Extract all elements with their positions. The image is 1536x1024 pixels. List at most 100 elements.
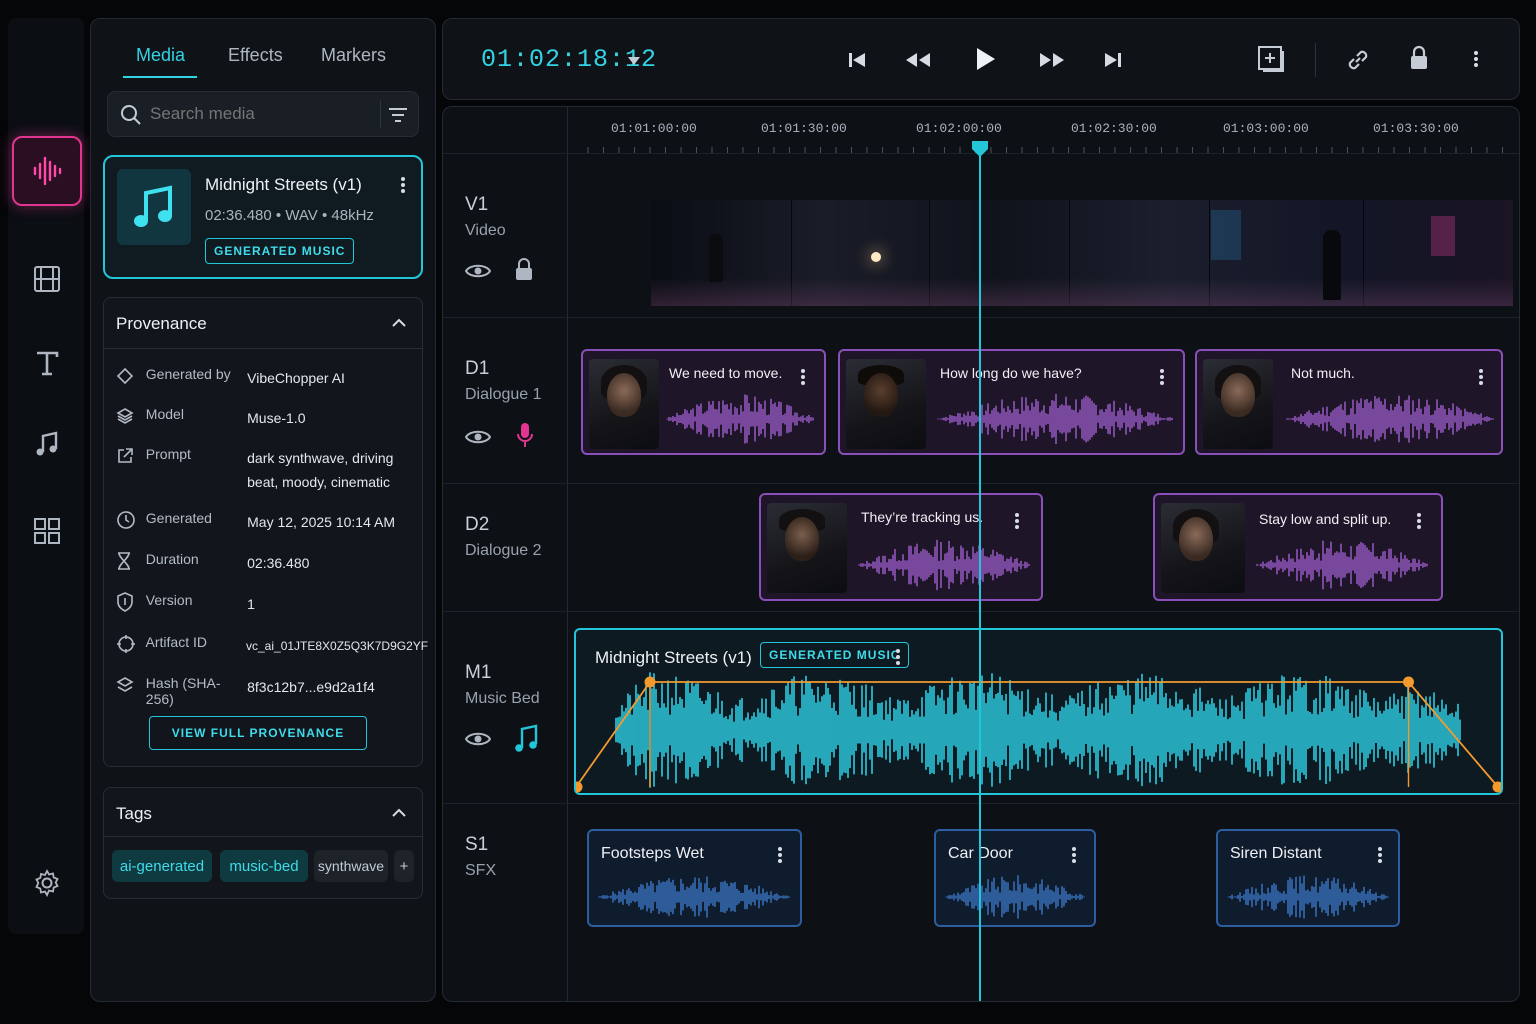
filter-icon[interactable]	[388, 106, 408, 124]
clip-waveform	[1286, 395, 1494, 443]
provenance-row: Artifact ID vc_ai_01JTE8X0Z5Q3K7D9G2YF	[116, 634, 429, 658]
gear-icon	[35, 869, 59, 897]
play-icon[interactable]	[975, 46, 997, 72]
row-key: Duration	[145, 551, 199, 567]
row-key: Hash (SHA-256)	[145, 675, 221, 707]
eye-icon[interactable]	[465, 428, 491, 446]
chevron-down-icon[interactable]	[628, 57, 640, 65]
clip-label: They’re tracking us.	[861, 509, 984, 525]
clip-thumbnail	[846, 359, 926, 449]
eye-icon[interactable]	[465, 262, 491, 280]
dialogue-clip[interactable]: Not much.	[1195, 349, 1503, 455]
sfx-clip[interactable]: Car Door	[934, 829, 1096, 927]
playhead[interactable]	[979, 147, 981, 1001]
video-tool-button[interactable]	[12, 244, 82, 314]
chevron-up-icon[interactable]	[392, 808, 406, 818]
audio-tool-button[interactable]	[12, 136, 82, 206]
track-name: Video	[465, 222, 506, 239]
more-options-icon[interactable]	[1417, 513, 1421, 529]
divider	[1315, 43, 1316, 77]
music-tool-button[interactable]	[12, 410, 82, 480]
clip-thumbnail	[589, 359, 659, 449]
tab-effects[interactable]: Effects	[228, 45, 283, 66]
clip-waveform	[937, 393, 1173, 445]
clip-label: Stay low and split up.	[1259, 511, 1392, 527]
add-marker-icon[interactable]	[1257, 45, 1285, 73]
search-icon	[121, 105, 141, 125]
dialogue-clip[interactable]: They’re tracking us.	[759, 493, 1043, 601]
track-name: Dialogue 1	[465, 386, 542, 403]
clip-label: How long do we have?	[940, 365, 1082, 381]
tab-markers[interactable]: Markers	[321, 45, 386, 66]
media-panel: Media Effects Markers Midnight Streets (…	[90, 18, 436, 1002]
playhead-handle[interactable]	[970, 139, 990, 159]
more-options-icon[interactable]	[1474, 51, 1478, 67]
search-input[interactable]	[150, 100, 370, 128]
lock-icon[interactable]	[1409, 45, 1429, 71]
eye-icon[interactable]	[465, 730, 491, 748]
link-icon[interactable]	[1345, 47, 1371, 73]
add-tag-button[interactable]: +	[394, 850, 414, 882]
row-key: Generated	[145, 510, 212, 526]
more-options-icon[interactable]	[1160, 369, 1164, 385]
selected-asset-card[interactable]: Midnight Streets (v1) 02:36.480 • WAV • …	[103, 155, 423, 279]
skip-to-start-icon[interactable]	[847, 51, 867, 69]
clip-waveform	[945, 875, 1085, 919]
time-ruler[interactable]: 01:01:00:00 01:01:30:00 01:02:00:00 01:0…	[568, 107, 1519, 153]
clip-label: We need to move.	[669, 365, 783, 381]
dialogue-clip[interactable]: We need to move.	[581, 349, 826, 455]
film-icon	[34, 266, 60, 292]
tag-chip[interactable]: ai-generated	[112, 850, 212, 882]
more-options-icon[interactable]	[1378, 847, 1382, 863]
timeline: 01:01:00:00 01:01:30:00 01:02:00:00 01:0…	[442, 106, 1520, 1002]
row-value: 02:36.480	[247, 555, 310, 571]
shield-icon	[116, 592, 146, 612]
clip-waveform	[1227, 875, 1389, 919]
row-value: dark synthwave, driving beat, moody, cin…	[247, 450, 394, 490]
sfx-clip[interactable]: Siren Distant	[1216, 829, 1400, 927]
tag-icon	[116, 366, 146, 386]
skip-to-end-icon[interactable]	[1103, 51, 1123, 69]
clip-label: Siren Distant	[1230, 845, 1322, 862]
more-options-icon[interactable]	[1072, 847, 1076, 863]
tag-chip[interactable]: synthwave	[314, 850, 388, 882]
more-options-icon[interactable]	[801, 369, 805, 385]
tags-panel: Tags ai-generated music-bed synthwave +	[103, 787, 423, 899]
crosshair-icon	[116, 634, 146, 654]
lock-icon[interactable]	[515, 258, 533, 282]
row-value: Muse-1.0	[247, 410, 306, 426]
more-options-icon[interactable]	[1479, 369, 1483, 385]
chevron-up-icon[interactable]	[392, 318, 406, 328]
grid-tool-button[interactable]	[12, 496, 82, 566]
envelope-keyframe[interactable]	[576, 781, 583, 793]
provenance-row: Generated by VibeChopper AI	[116, 366, 416, 390]
video-clip[interactable]	[651, 200, 1513, 306]
tags-title: Tags	[116, 804, 152, 823]
view-full-provenance-button[interactable]: VIEW FULL PROVENANCE	[149, 716, 367, 750]
more-options-icon[interactable]	[401, 177, 405, 193]
music-clip[interactable]: Midnight Streets (v1) GENERATED MUSIC	[574, 628, 1503, 795]
clip-thumbnail	[767, 503, 847, 593]
dialogue-clip[interactable]: How long do we have?	[838, 349, 1185, 455]
more-options-icon[interactable]	[1015, 513, 1019, 529]
music-note-icon[interactable]	[513, 724, 539, 754]
tab-media[interactable]: Media	[136, 45, 185, 66]
music-waveform	[576, 672, 1501, 793]
microphone-icon[interactable]	[517, 422, 533, 448]
envelope-keyframe[interactable]	[1403, 676, 1414, 688]
fast-forward-icon[interactable]	[1039, 51, 1065, 69]
sfx-clip[interactable]: Footsteps Wet	[587, 829, 802, 927]
rewind-icon[interactable]	[905, 51, 931, 69]
asset-thumbnail	[117, 169, 191, 245]
music-note-icon	[36, 431, 58, 456]
music-note-icon	[134, 185, 172, 227]
row-value: vc_ai_01JTE8X0Z5Q3K7D9G2YF	[246, 639, 429, 653]
more-options-icon[interactable]	[778, 847, 782, 863]
settings-button[interactable]	[12, 848, 82, 918]
tag-chip[interactable]: music-bed	[220, 850, 308, 882]
track-v1: V1 Video	[443, 153, 1519, 317]
dialogue-clip[interactable]: Stay low and split up.	[1153, 493, 1443, 601]
envelope-keyframe[interactable]	[644, 676, 656, 688]
text-tool-button[interactable]	[12, 328, 82, 398]
clip-waveform	[666, 394, 814, 444]
